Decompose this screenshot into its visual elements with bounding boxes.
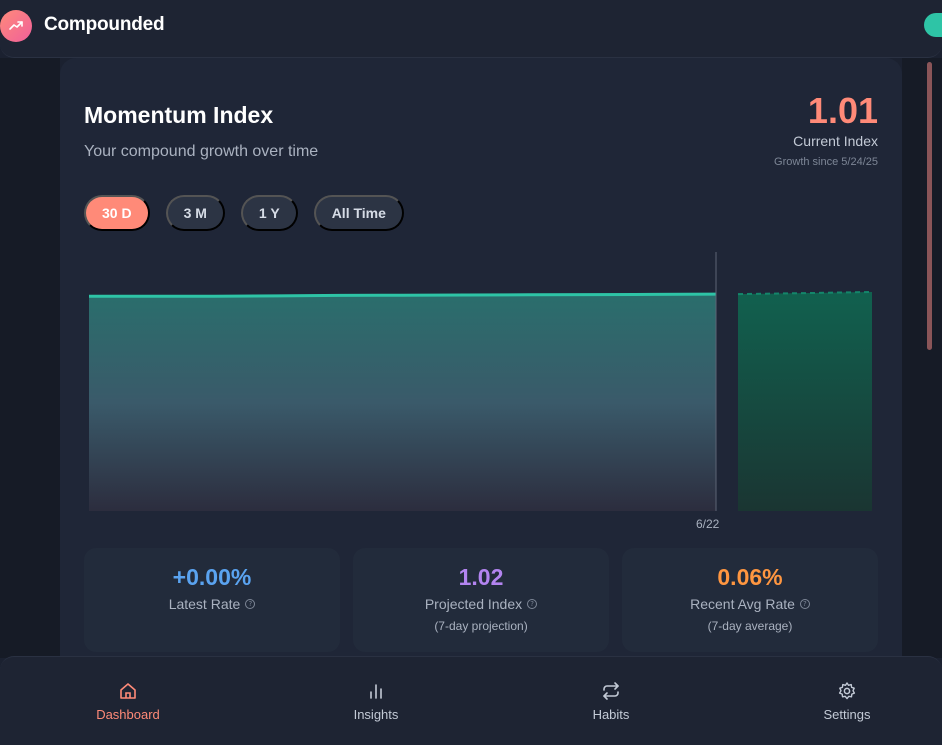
- nav-label: Insights: [353, 707, 399, 722]
- stat-value: 1.02: [458, 564, 504, 590]
- scrollbar-thumb[interactable]: [927, 62, 932, 350]
- page-gutter-right: [902, 58, 942, 658]
- nav-item-dashboard[interactable]: Dashboard: [68, 681, 188, 722]
- trending-up-icon: [0, 10, 32, 42]
- momentum-chart: [89, 252, 873, 511]
- stat-label: Recent Avg Rate: [690, 596, 795, 612]
- page-gutter-left: [0, 58, 60, 658]
- help-icon[interactable]: ?: [527, 599, 538, 609]
- stats-row: +0.00% Latest Rate ? 1.02 Projected Inde…: [84, 548, 878, 652]
- bar-chart-icon: [370, 684, 382, 699]
- home-icon: [120, 683, 136, 699]
- top-bar: Compounded: [0, 0, 942, 58]
- history-area: [89, 294, 716, 511]
- gear-icon: [838, 682, 856, 700]
- stat-latest-rate: +0.00% Latest Rate ?: [84, 548, 340, 652]
- bottom-nav: Dashboard Insights Habits Settings: [0, 656, 942, 745]
- stat-note: (7-day average): [707, 619, 793, 633]
- history-line: [89, 292, 717, 298]
- stat-value: 0.06%: [717, 564, 783, 590]
- nav-item-settings[interactable]: Settings: [787, 681, 907, 722]
- stat-label: Projected Index: [424, 596, 523, 612]
- momentum-card: Momentum Index Your compound growth over…: [60, 58, 902, 678]
- help-icon[interactable]: ?: [245, 599, 256, 609]
- stat-projected-index: 1.02 Projected Index ? (7-day projection…: [353, 548, 609, 652]
- nav-label: Dashboard: [96, 707, 160, 722]
- help-icon[interactable]: ?: [799, 599, 810, 609]
- chart-today-label: 6/22: [696, 517, 720, 531]
- stat-recent-avg-rate: 0.06% Recent Avg Rate ? (7-day average): [622, 548, 878, 652]
- nav-label: Settings: [823, 707, 871, 722]
- nav-item-insights[interactable]: Insights: [316, 681, 436, 722]
- app-title: Compounded: [44, 14, 165, 35]
- projection-area: [738, 292, 872, 511]
- stat-value: +0.00%: [172, 564, 252, 590]
- stat-note: (7-day projection): [434, 619, 528, 633]
- repeat-icon: [603, 682, 619, 700]
- stat-label: Latest Rate: [168, 596, 241, 612]
- theme-toggle[interactable]: [924, 13, 942, 37]
- nav-label: Habits: [592, 707, 630, 722]
- nav-item-habits[interactable]: Habits: [551, 681, 671, 722]
